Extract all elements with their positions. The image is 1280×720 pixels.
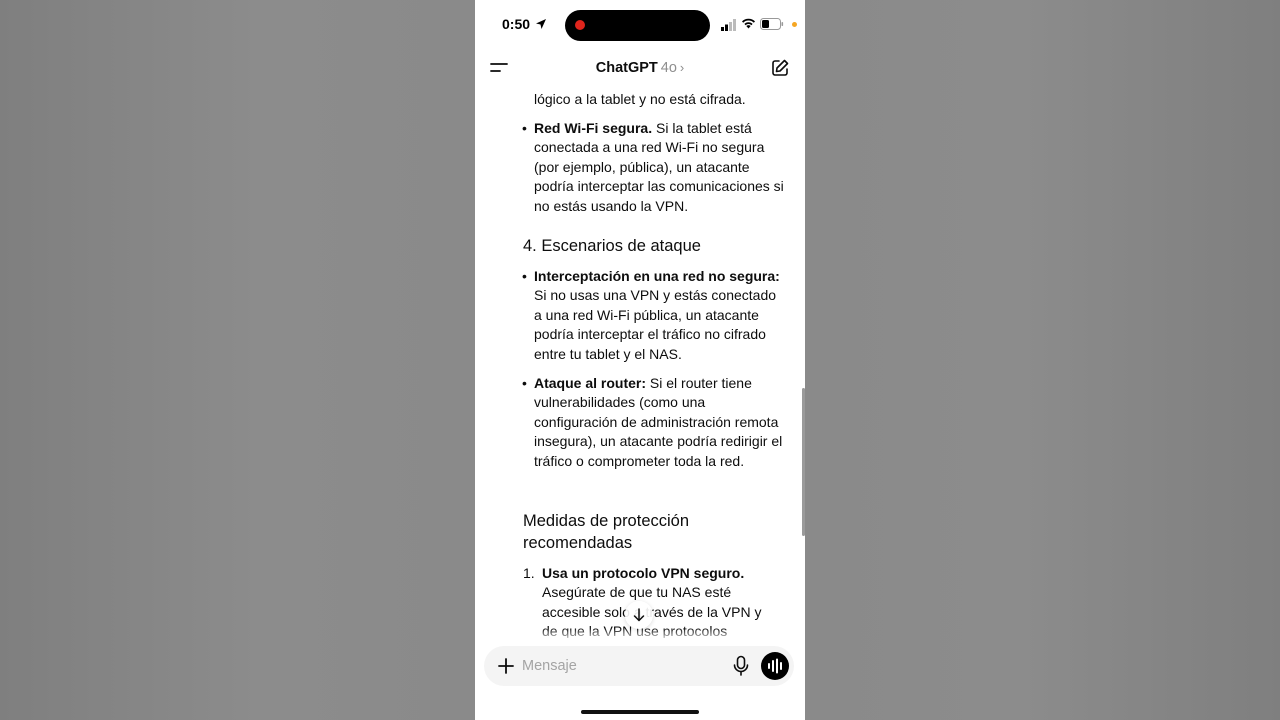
background-left — [0, 0, 475, 720]
list-item-wifi: • Red Wi-Fi segura. Si la tablet está co… — [522, 119, 784, 216]
recording-indicator-icon — [575, 20, 585, 30]
app-title: ChatGPT — [595, 60, 658, 76]
list-item-title: Ataque al router: — [534, 375, 647, 391]
new-chat-icon[interactable] — [770, 58, 790, 78]
chevron-right-icon: › — [679, 60, 685, 75]
home-indicator[interactable] — [581, 710, 699, 714]
scrollbar-thumb[interactable] — [802, 388, 805, 536]
section-heading: 4. Escenarios de ataque — [523, 237, 701, 255]
list-item-title: Red Wi-Fi segura. — [534, 120, 653, 136]
cellular-signal-icon — [721, 19, 736, 31]
status-time: 0:50 — [502, 16, 531, 32]
microphone-icon[interactable] — [732, 655, 750, 677]
status-bar: 0:50 — [475, 0, 805, 50]
privacy-indicator-icon — [792, 22, 797, 27]
plus-icon[interactable] — [496, 656, 516, 676]
model-label: 4o — [660, 60, 677, 76]
message-input[interactable] — [522, 655, 712, 677]
model-selector[interactable]: ChatGPT 4o › — [475, 60, 805, 76]
voice-mode-button[interactable] — [761, 652, 789, 680]
section-heading: Medidas de protección recomendadas — [523, 512, 690, 552]
dynamic-island — [565, 10, 710, 41]
location-arrow-icon — [536, 19, 546, 29]
bullet-icon: • — [522, 120, 527, 136]
voice-mode-icon — [768, 658, 782, 674]
chat-messages[interactable]: lógico a la tablet y no está cifrada. • … — [475, 88, 805, 638]
list-item-text: Si no usas una VPN y estás conectado a u… — [534, 287, 777, 362]
chat-header: ChatGPT 4o › — [475, 50, 805, 88]
arrow-down-icon — [633, 608, 645, 622]
battery-icon — [760, 18, 784, 30]
background-right — [805, 0, 1280, 720]
item-number: 1. — [523, 565, 535, 581]
bullet-icon: • — [522, 375, 527, 391]
message-text: lógico a la tablet y no está cifrada. — [534, 91, 746, 107]
phone-screen: 0:50 ChatGPT 4o › lógico a la tablet y n… — [475, 0, 805, 720]
numbered-item: 1. Usa un protocolo VPN seguro. Asegúrat… — [523, 564, 774, 638]
list-item-interception: • Interceptación en una red no segura: S… — [522, 267, 784, 364]
list-item-title: Usa un protocolo VPN seguro. — [542, 565, 745, 581]
list-item-router: • Ataque al router: Si el router tiene v… — [522, 374, 784, 471]
wifi-icon — [742, 18, 755, 29]
bullet-icon: • — [522, 268, 527, 284]
list-item-title: Interceptación en una red no segura: — [534, 268, 780, 284]
scroll-down-button[interactable] — [625, 601, 653, 629]
composer-box — [484, 646, 794, 686]
composer — [475, 638, 805, 720]
